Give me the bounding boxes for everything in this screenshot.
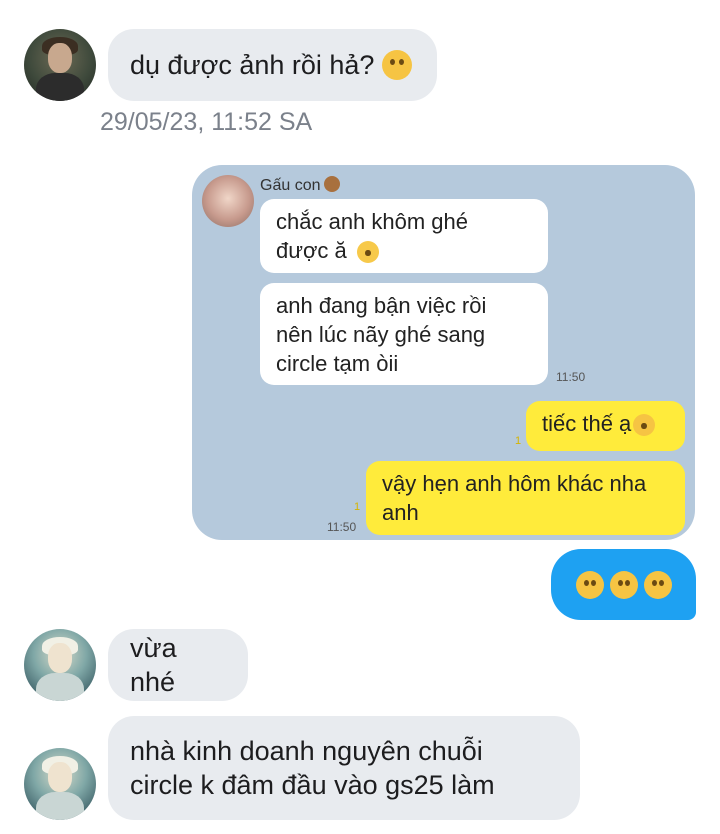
- line: anh đang bận việc rồi: [276, 293, 487, 318]
- message-text: vừa nhé: [130, 633, 177, 697]
- read-count: 1: [515, 435, 522, 447]
- read-count: 1: [354, 501, 361, 513]
- reply-text: tiếc thế ạ: [542, 411, 632, 436]
- message-bubble[interactable]: vừa nhé: [108, 629, 248, 701]
- teddy-bear-icon: [324, 176, 341, 192]
- upside-down-face-icon: [575, 570, 604, 599]
- crying-face-icon: [356, 241, 379, 263]
- thinking-face-icon: [382, 50, 413, 80]
- avatar: [202, 175, 254, 227]
- message-text: dụ được ảnh rồi hả?: [130, 50, 375, 80]
- message-text-line: circle k đâm đầu vào gs25 làm: [130, 770, 495, 800]
- outgoing-message-bubble[interactable]: [551, 549, 696, 620]
- message-bubble[interactable]: nhà kinh doanh nguyên chuỗi circle k đâm…: [108, 716, 580, 820]
- sender-name-text: Gấu con: [260, 177, 321, 194]
- pensive-face-icon: [633, 414, 656, 436]
- screenshot-bubble: chắc anh khôm ghé được ă: [260, 199, 548, 273]
- line: được ă: [276, 236, 532, 265]
- screenshot-reply-bubble: tiếc thế ạ: [526, 401, 685, 451]
- line: circle tạm òii: [276, 351, 399, 376]
- message-time: 11:50: [556, 370, 586, 384]
- avatar[interactable]: [24, 29, 96, 101]
- shared-screenshot[interactable]: Gấu con chắc anh khôm ghé được ă anh đan…: [192, 165, 695, 540]
- message-text-line: nhà kinh doanh nguyên chuỗi: [130, 736, 483, 766]
- avatar[interactable]: [24, 629, 96, 701]
- screenshot-bubble: anh đang bận việc rồi nên lúc nãy ghé sa…: [260, 283, 548, 385]
- message-time: 11:50: [327, 520, 357, 534]
- line-text: được ă: [276, 238, 347, 263]
- line: chắc anh khôm ghé: [276, 209, 469, 234]
- upside-down-face-icon: [643, 570, 672, 599]
- message-bubble[interactable]: dụ được ảnh rồi hả?: [108, 29, 437, 101]
- sender-name: Gấu con: [260, 176, 341, 195]
- screenshot-reply-bubble: vậy hẹn anh hôm khác nha anh: [366, 461, 685, 535]
- upside-down-face-icon: [609, 570, 638, 599]
- line: nên lúc nãy ghé sang: [276, 322, 486, 347]
- line: vậy hẹn anh hôm khác nha: [382, 471, 647, 496]
- message-timestamp: 29/05/23, 11:52 SA: [100, 108, 313, 136]
- avatar[interactable]: [24, 748, 96, 820]
- line: anh: [382, 500, 419, 525]
